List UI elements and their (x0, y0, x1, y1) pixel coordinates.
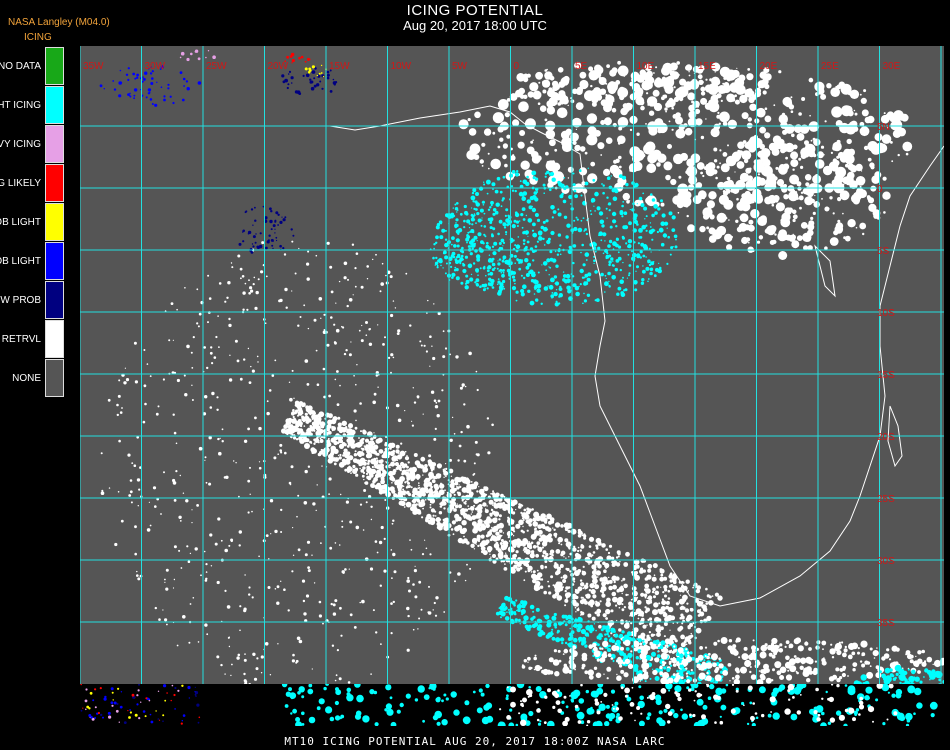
legend-label: HI PROB LIGHT (0, 216, 41, 228)
legend-label: LOW PROB (0, 294, 41, 306)
legend-label: LO PROB LIGHT (0, 255, 41, 267)
lon-label: 35W (83, 61, 104, 72)
legend-label: NO DATA (0, 60, 41, 72)
legend-swatch (45, 281, 64, 319)
lon-label: 10W (391, 61, 412, 72)
lon-label: 10E (637, 61, 655, 72)
lat-label: 0 (877, 184, 883, 195)
legend-swatch (45, 164, 64, 202)
map-datetime: Aug 20, 2017 18:00 UTC (403, 18, 547, 33)
legend-item-night-icing: NIGHT ICING (0, 86, 65, 125)
lon-label: 5E (575, 61, 588, 72)
lon-label: 20E (760, 61, 778, 72)
bottom-data-strip (80, 684, 944, 726)
legend-label: NIGHT ICING (0, 99, 41, 111)
legend-swatch (45, 203, 64, 241)
legend-item-none: NONE (0, 359, 65, 398)
legend-item-mog-likely: MOG LIKELY (0, 164, 65, 203)
legend-label: NONE (12, 372, 41, 384)
legend-heading: ICING (24, 32, 52, 43)
legend-item-heavy-icing: HEAVY ICING (0, 125, 65, 164)
lon-label: 25E (821, 61, 839, 72)
lon-label: 30W (145, 61, 166, 72)
legend-label: NO RETRVL (0, 333, 41, 345)
legend-item-lo-prob-light: LO PROB LIGHT (0, 242, 65, 281)
lat-label: 25S (877, 494, 895, 505)
icing-map: 35W 30W 25W 20W 15W 10W 5W 0 5E 10E 15E 20E 25E 30E 35… (80, 46, 944, 684)
legend-swatch (45, 359, 64, 397)
map-title: ICING POTENTIAL (406, 2, 544, 19)
legend-swatch (45, 320, 64, 358)
footer-caption: MT10 ICING POTENTIAL AUG 20, 2017 18:00Z… (284, 735, 666, 748)
lat-label: 20S (877, 432, 895, 443)
lat-label: 5N (877, 122, 890, 133)
lon-label: 25W (206, 61, 227, 72)
legend-swatch (45, 242, 64, 280)
lat-label: 35S (877, 618, 895, 629)
lon-label: 15E (698, 61, 716, 72)
legend-item-low-prob: LOW PROB (0, 281, 65, 320)
legend: NO DATA NIGHT ICING HEAVY ICING MOG LIKE… (0, 47, 65, 398)
legend-label: HEAVY ICING (0, 138, 41, 150)
lon-label: 0 (514, 61, 520, 72)
lat-label: 15S (877, 370, 895, 381)
lat-label: 30S (877, 556, 895, 567)
lat-label: 10S (877, 308, 895, 319)
legend-label: MOG LIKELY (0, 177, 41, 189)
legend-swatch (45, 125, 64, 163)
legend-swatch (45, 47, 64, 85)
lon-label: 20W (268, 61, 289, 72)
legend-item-no-retrvl: NO RETRVL (0, 320, 65, 359)
producer-label: NASA Langley (M04.0) (8, 17, 110, 28)
lon-label: 5W (452, 61, 468, 72)
legend-item-hi-prob-light: HI PROB LIGHT (0, 203, 65, 242)
legend-swatch (45, 86, 64, 124)
lat-label: 5S (877, 246, 890, 257)
lon-label: 15W (329, 61, 350, 72)
legend-item-no-data: NO DATA (0, 47, 65, 86)
lon-label: 30E (883, 61, 901, 72)
